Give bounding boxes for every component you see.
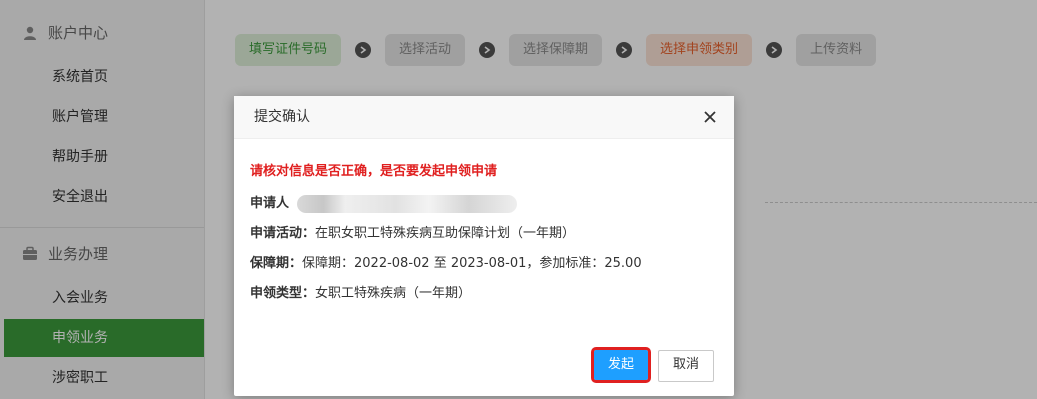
dialog-buttons: 发起 取消: [584, 347, 714, 383]
period-label: 保障期：: [250, 256, 303, 271]
claim-type-value: 女职工特殊疾病（一年期）: [315, 286, 472, 301]
submit-button[interactable]: 发起: [590, 347, 651, 383]
applicant-redacted: [297, 195, 518, 213]
dialog-title: 提交确认: [234, 96, 734, 139]
period-row: 保障期： 保障期：2022-08-02 至 2023-08-01，参加标准：25…: [250, 249, 718, 279]
claim-type-row: 申领类型： 女职工特殊疾病（一年期）: [250, 279, 718, 309]
activity-label: 申请活动：: [250, 226, 316, 241]
cancel-button[interactable]: 取消: [657, 350, 714, 382]
applicant-label: 申请人: [250, 196, 290, 211]
period-value: 保障期：2022-08-02 至 2023-08-01，参加标准：25.00: [302, 256, 642, 271]
applicant-row: 申请人: [250, 189, 718, 219]
close-icon[interactable]: [702, 109, 718, 125]
confirm-warning: 请核对信息是否正确，是否要发起申领申请: [250, 164, 498, 179]
dialog-body: 请核对信息是否正确，是否要发起申领申请 申请人 申请活动： 在职女职工特殊疾病互…: [234, 139, 734, 309]
submit-confirm-dialog: 提交确认 请核对信息是否正确，是否要发起申领申请 申请人 申请活动： 在职女职工…: [234, 96, 734, 396]
activity-value: 在职女职工特殊疾病互助保障计划（一年期）: [315, 226, 576, 241]
activity-row: 申请活动： 在职女职工特殊疾病互助保障计划（一年期）: [250, 219, 718, 249]
claim-type-label: 申领类型：: [250, 286, 316, 301]
